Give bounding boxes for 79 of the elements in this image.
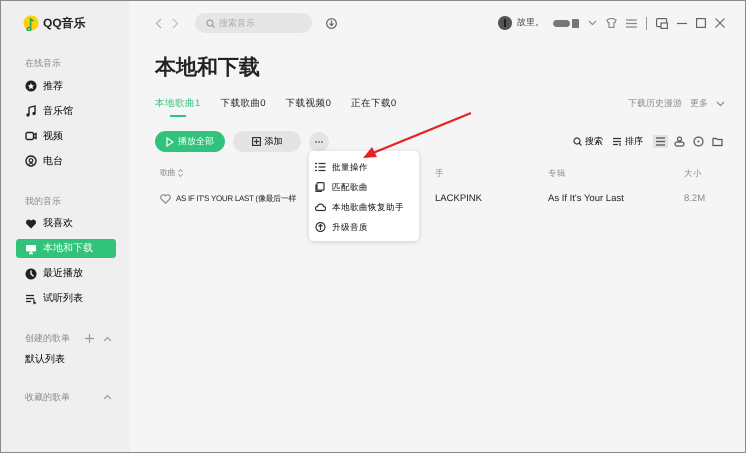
add-icon[interactable]: [85, 334, 94, 344]
search-field[interactable]: 搜索音乐: [195, 13, 312, 33]
shirt-icon[interactable]: [606, 18, 617, 28]
section-title: 我的音乐: [25, 194, 61, 208]
sort-button[interactable]: 排序: [613, 135, 643, 148]
menu-item[interactable]: 升级音质: [309, 217, 419, 237]
collapse-icon[interactable]: [103, 336, 112, 342]
menu-item[interactable]: 批量操作: [309, 157, 419, 177]
logo-icon: [23, 15, 39, 31]
artist-view-button[interactable]: [672, 135, 687, 148]
heart-icon: [25, 218, 37, 230]
heart-icon[interactable]: [160, 194, 171, 204]
music-note-icon: [25, 105, 37, 117]
cloud-icon: [315, 202, 326, 212]
column-header: 歌曲: [160, 167, 176, 180]
star-icon: [25, 80, 37, 92]
play-icon: [166, 136, 174, 147]
list-view-icon: [655, 136, 666, 148]
maximize-icon[interactable]: [696, 18, 706, 28]
user-name[interactable]: 故里。: [517, 16, 544, 30]
menu-icon[interactable]: [626, 18, 637, 28]
column-header: 专辑: [548, 168, 566, 178]
list-icon: [25, 292, 37, 304]
sidebar-item[interactable]: 视频: [16, 126, 116, 146]
search-icon: [206, 19, 215, 28]
playlist-item[interactable]: 默认列表: [25, 352, 65, 366]
forward-icon[interactable]: [171, 18, 179, 28]
artist-view-icon: [674, 136, 685, 148]
more-button[interactable]: [309, 132, 329, 152]
folder-view-icon: [712, 136, 723, 148]
search-icon: [573, 137, 582, 146]
copy-icon: [315, 182, 326, 192]
sort-icon: [613, 137, 622, 146]
album-view-icon: [693, 136, 704, 148]
list-icon: [315, 162, 326, 172]
clock-icon: [25, 268, 37, 280]
menu-item[interactable]: 本地歌曲恢复助手: [309, 197, 419, 217]
sidebar-item[interactable]: 电台: [16, 152, 116, 170]
section-title: 创建的歌单: [25, 332, 70, 345]
back-icon[interactable]: [155, 18, 163, 28]
sort-icon[interactable]: [178, 169, 184, 178]
song-title: AS IF IT'S YOUR LAST (像最后一样: [176, 193, 296, 206]
vip-badge-icon[interactable]: [553, 18, 579, 28]
avatar[interactable]: [498, 16, 512, 30]
chevron-down-icon[interactable]: [588, 20, 597, 26]
add-icon: [252, 137, 260, 146]
sidebar-item[interactable]: 推荐: [16, 76, 116, 96]
sidebar-item[interactable]: 试听列表: [16, 289, 116, 308]
table-cell-text: LACKPINK: [434, 192, 483, 206]
add-button[interactable]: 添加: [233, 131, 301, 152]
column-header: 手: [435, 168, 444, 178]
section-title: 收藏的歌单: [25, 390, 70, 404]
page-title: 本地和下载: [155, 55, 261, 81]
tab[interactable]: 正在下载0: [350, 97, 396, 118]
tab[interactable]: 下载视频0: [286, 97, 331, 118]
monitor-icon: [25, 242, 37, 254]
section-title: 在线音乐: [25, 57, 61, 70]
column-header: 大小: [684, 168, 702, 178]
table-cell-text: As If It's Your Last: [548, 192, 625, 206]
app-name: QQ音乐: [43, 15, 86, 32]
table-cell: 8.2M: [684, 192, 706, 206]
sidebar-item[interactable]: 音乐馆: [16, 102, 116, 120]
list-view-button[interactable]: [653, 135, 668, 148]
tab[interactable]: 下载歌曲0: [220, 97, 266, 118]
album-view-button[interactable]: [691, 135, 706, 148]
sidebar-item[interactable]: 我喜欢: [16, 214, 116, 233]
radio-icon: [25, 155, 37, 167]
video-camera-icon: [25, 130, 37, 142]
more-icon: [315, 140, 323, 143]
chevron-down-icon[interactable]: [716, 101, 725, 108]
upload-icon: [315, 222, 326, 232]
collapse-icon[interactable]: [103, 394, 112, 400]
folder-view-button[interactable]: [710, 135, 725, 148]
close-icon[interactable]: [715, 18, 725, 28]
sidebar-item[interactable]: 最近播放: [16, 264, 116, 283]
search-button[interactable]: 搜索: [573, 135, 603, 148]
menu-item[interactable]: 匹配歌曲: [309, 177, 419, 197]
mini-mode-icon[interactable]: [656, 18, 668, 28]
download-icon[interactable]: [326, 18, 337, 28]
